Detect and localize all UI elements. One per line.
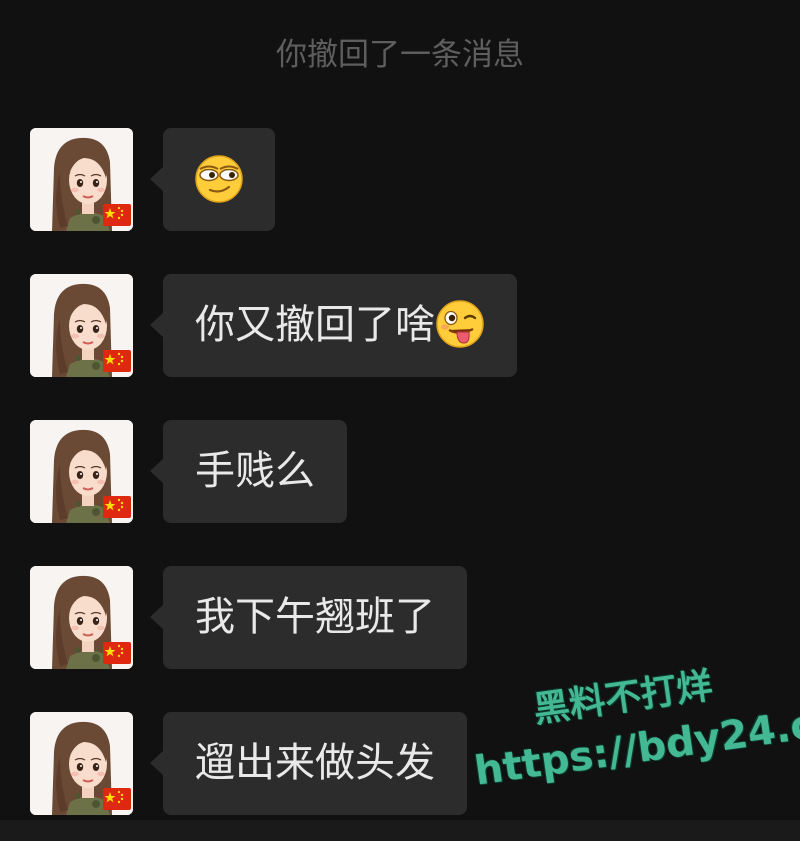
avatar-image: [30, 420, 133, 523]
smirk-emoji-icon: [195, 155, 243, 203]
message-bubble[interactable]: 手贱么: [150, 420, 347, 523]
avatar[interactable]: [30, 566, 133, 669]
avatar[interactable]: [30, 712, 133, 815]
avatar-image: [30, 712, 133, 815]
avatar-image: [30, 128, 133, 231]
avatar-image: [30, 274, 133, 377]
message-text: 手贱么: [195, 448, 315, 494]
message-text: 你又撤回了啥: [195, 302, 435, 348]
recall-notice: 你撤回了一条消息: [276, 37, 524, 73]
input-bar-edge: [0, 820, 800, 841]
message-bubble[interactable]: 你又撤回了啥: [150, 274, 517, 377]
message-bubble[interactable]: [150, 128, 275, 231]
message-text: 我下午翘班了: [195, 594, 435, 640]
message-bubble[interactable]: 我下午翘班了: [150, 566, 467, 669]
avatar[interactable]: [30, 128, 133, 231]
message-text: 遛出来做头发: [195, 740, 435, 786]
message-bubble[interactable]: 遛出来做头发: [150, 712, 467, 815]
avatar-image: [30, 566, 133, 669]
avatar[interactable]: [30, 274, 133, 377]
wink-tongue-emoji-icon: [436, 300, 484, 348]
watermark: 黑料不打烊 https://bdy24.co: [455, 640, 800, 822]
avatar[interactable]: [30, 420, 133, 523]
